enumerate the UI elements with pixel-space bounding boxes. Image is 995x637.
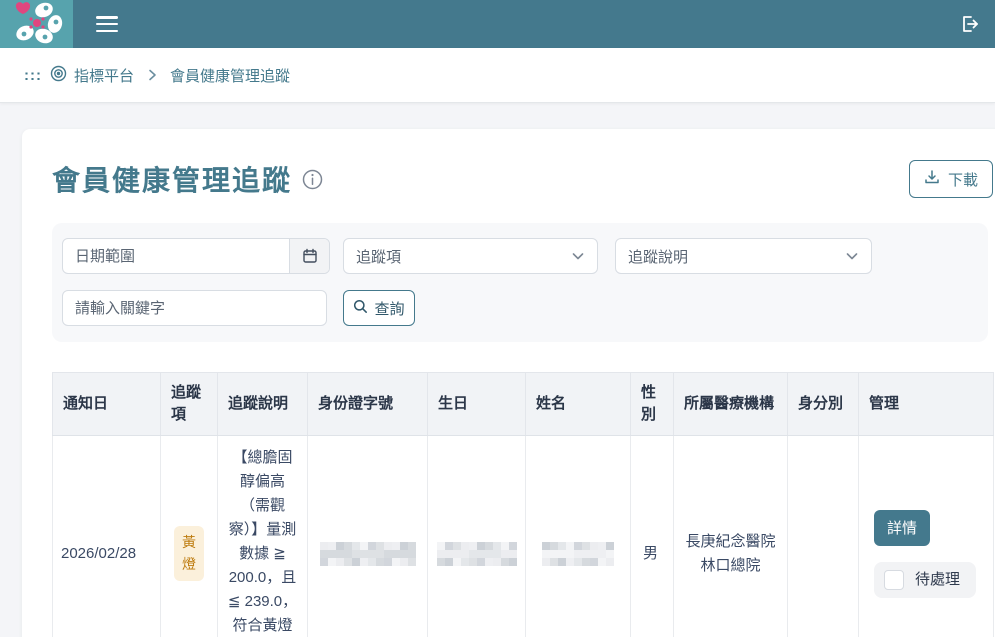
col-header-track-desc: 追蹤說明 bbox=[218, 373, 308, 436]
download-icon bbox=[924, 169, 940, 189]
cell-notify-date: 2026/02/28 bbox=[53, 435, 161, 637]
bullseye-icon bbox=[50, 65, 67, 86]
cell-name-redacted bbox=[526, 435, 631, 637]
date-range-field bbox=[62, 238, 330, 274]
filter-panel: 追蹤項 追蹤說明 bbox=[52, 223, 988, 342]
track-desc-select[interactable]: 追蹤說明 bbox=[615, 238, 872, 274]
track-item-select-value: 追蹤項 bbox=[356, 246, 401, 267]
accessibility-anchor[interactable]: ::: bbox=[24, 67, 42, 84]
pending-label: 待處理 bbox=[915, 568, 960, 592]
info-circle-icon[interactable] bbox=[302, 169, 323, 190]
col-header-id-number: 身份證字號 bbox=[308, 373, 428, 436]
cell-hospital: 長庚紀念醫院林口總院 bbox=[674, 435, 788, 637]
app-logo[interactable] bbox=[0, 0, 73, 48]
top-app-bar bbox=[0, 0, 995, 48]
track-desc-select-value: 追蹤說明 bbox=[628, 246, 688, 267]
table-row: 2026/02/28 黃燈 【總膽固醇偏高（需觀察）】量測數據 ≧ 200.0，… bbox=[53, 435, 994, 637]
col-header-manage: 管理 bbox=[859, 373, 994, 436]
flower-logo-icon bbox=[11, 0, 63, 49]
chevron-down-icon bbox=[845, 249, 859, 263]
cell-track-desc: 【總膽固醇偏高（需觀察）】量測數據 ≧ 200.0，且 ≦ 239.0，符合黃燈… bbox=[218, 435, 308, 637]
cell-manage: 詳情 待處理 bbox=[859, 435, 994, 637]
pending-checkbox[interactable] bbox=[884, 570, 904, 590]
calendar-icon[interactable] bbox=[289, 239, 329, 273]
cell-birthday-redacted bbox=[428, 435, 526, 637]
breadcrumb-platform-label: 指標平台 bbox=[74, 65, 134, 86]
breadcrumb-chevron-icon bbox=[146, 69, 158, 81]
search-icon bbox=[353, 299, 368, 318]
breadcrumb-current-label[interactable]: 會員健康管理追蹤 bbox=[170, 65, 290, 86]
cell-identity bbox=[788, 435, 859, 637]
cell-id-number-redacted bbox=[308, 435, 428, 637]
cell-track-item: 黃燈 bbox=[161, 435, 218, 637]
cell-gender: 男 bbox=[631, 435, 674, 637]
col-header-name: 姓名 bbox=[526, 373, 631, 436]
top-bar-body bbox=[73, 0, 995, 48]
col-header-notify-date: 通知日 bbox=[53, 373, 161, 436]
download-label: 下載 bbox=[948, 169, 978, 190]
table-header-row: 通知日 追蹤項 追蹤說明 身份證字號 生日 姓名 性別 所屬醫療機構 身分別 管… bbox=[53, 373, 994, 436]
menu-hamburger-icon[interactable] bbox=[96, 16, 118, 32]
track-item-select[interactable]: 追蹤項 bbox=[343, 238, 598, 274]
tracking-table: 通知日 追蹤項 追蹤說明 身份證字號 生日 姓名 性別 所屬醫療機構 身分別 管… bbox=[52, 372, 994, 637]
search-button-label: 查詢 bbox=[374, 298, 404, 319]
breadcrumb: ::: 指標平台 會員健康管理追蹤 bbox=[0, 48, 995, 103]
redacted-pixelation bbox=[542, 542, 614, 566]
search-button[interactable]: 查詢 bbox=[343, 290, 415, 326]
redacted-pixelation bbox=[437, 542, 517, 566]
date-range-input[interactable] bbox=[63, 239, 289, 273]
detail-button[interactable]: 詳情 bbox=[874, 510, 930, 546]
title-row: 會員健康管理追蹤 下載 bbox=[52, 159, 993, 199]
col-header-track-item: 追蹤項 bbox=[161, 373, 218, 436]
col-header-birthday: 生日 bbox=[428, 373, 526, 436]
redacted-pixelation bbox=[320, 542, 416, 566]
breadcrumb-item-platform[interactable]: 指標平台 bbox=[50, 65, 134, 86]
chevron-down-icon bbox=[571, 249, 585, 263]
page-title: 會員健康管理追蹤 bbox=[52, 159, 292, 199]
status-badge-yellow: 黃燈 bbox=[174, 526, 204, 581]
main-card: 會員健康管理追蹤 下載 bbox=[22, 129, 995, 637]
keyword-input[interactable] bbox=[62, 290, 327, 326]
col-header-gender: 性別 bbox=[631, 373, 674, 436]
col-header-hospital: 所屬醫療機構 bbox=[674, 373, 788, 436]
pending-toggle: 待處理 bbox=[874, 562, 976, 598]
logout-icon[interactable] bbox=[959, 14, 979, 34]
download-button[interactable]: 下載 bbox=[909, 160, 993, 198]
col-header-identity: 身分別 bbox=[788, 373, 859, 436]
